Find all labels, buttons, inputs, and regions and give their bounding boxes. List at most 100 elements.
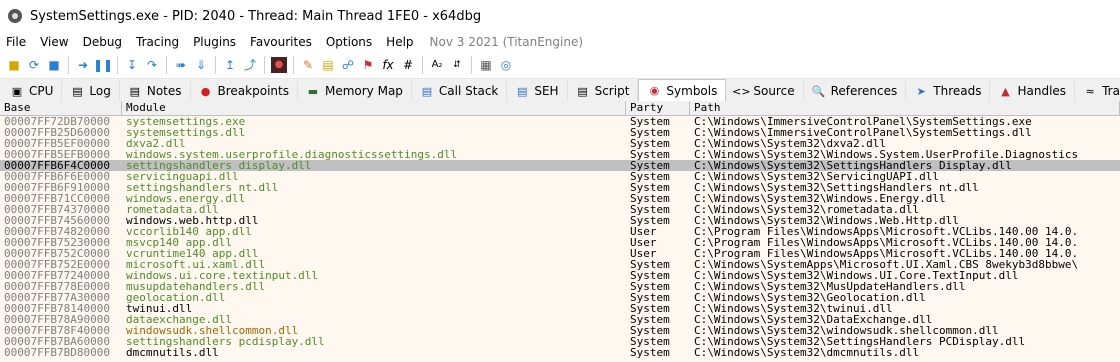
tab-log[interactable]: ▤ Log [62,81,120,101]
cell-path: C:\Windows\System32\twinui.dll [694,303,893,314]
menu-options[interactable]: Options [326,35,372,49]
tab-breakpoints[interactable]: ● Breakpoints [191,81,298,101]
cell-module: twinui.dll [126,303,193,314]
table-row[interactable]: 00007FFB7BD80000 dmcmnutils.dll System C:\W… [0,347,1120,358]
table-row[interactable]: 00007FFB74370000 rometadata.dll System C:\W… [0,204,1120,215]
modules-table[interactable]: Base Module Party Path 00007FF72DB70000 s… [0,101,1120,362]
symbols-icon: ◉ [649,84,660,97]
tab-trace[interactable]: ≈ Trace [1075,81,1120,101]
cell-module: windows.energy.dll [126,193,246,204]
table-row[interactable]: 00007FFB5EF00000 dxva2.dll System C:\Window… [0,138,1120,149]
tab-memory-map[interactable]: ▬ Memory Map [298,81,412,101]
table-row[interactable]: 00007FFB6F6E0000 servicinguapi.dll System C… [0,171,1120,182]
cell-party: System [630,138,670,149]
cell-module: settingshandlers_display.dll [126,160,312,171]
column-header-base[interactable]: Base [0,101,122,115]
table-row[interactable]: 00007FFB71CC0000 windows.energy.dll System… [0,193,1120,204]
table-row[interactable]: 00007FFB74560000 windows.web.http.dll Syst… [0,215,1120,226]
patch-icon[interactable]: ✎ [300,57,316,73]
tab-handles[interactable]: ▲ Handles [990,81,1076,101]
cell-module: systemsettings.dll [126,127,246,138]
tab-notes[interactable]: ▤ Notes [120,81,191,101]
sort-icon[interactable]: ⇵ [449,57,465,73]
table-row[interactable]: 00007FF72DB70000 systemsettings.exe System… [0,116,1120,127]
cell-module: dmcmnutils.dll [126,347,219,358]
step-into-icon[interactable]: ↧ [124,57,140,73]
tab-script[interactable]: ▤ Script [568,81,639,101]
table-row[interactable]: 00007FFB7BA60000 settingshandlers_pcdispl… [0,336,1120,347]
bookmarks-icon[interactable]: ⚑ [360,57,376,73]
table-row[interactable]: 00007FFB75230000 msvcp140_app.dll User C:\P… [0,237,1120,248]
table-row[interactable]: 00007FFB74820000 vccorlib140_app.dll User C… [0,226,1120,237]
trace-into-icon[interactable]: ➠ [173,57,189,73]
column-header-party[interactable]: Party [626,101,690,115]
menu-tracing[interactable]: Tracing [136,35,179,49]
table-row[interactable]: 00007FFB752C0000 vcruntime140_app.dll User… [0,248,1120,259]
calculator-icon[interactable]: ▦ [478,57,494,73]
window-title: SystemSettings.exe - PID: 2040 - Thread:… [30,8,482,24]
scylla-icon[interactable]: ● [271,57,287,73]
title-bar: SystemSettings.exe - PID: 2040 - Thread:… [0,0,1120,32]
tab-seh[interactable]: ▤ SEH [507,81,568,101]
table-row[interactable]: 00007FFB5EFB0000 windows.system.userprofi… [0,149,1120,160]
cell-path: C:\Program Files\WindowsApps\Microsoft.V… [694,237,1079,248]
close-icon[interactable]: ■ [46,57,62,73]
table-row[interactable]: 00007FFB778E0000 musupdatehandlers.dll Sys… [0,281,1120,292]
table-row[interactable]: 00007FFB77A30000 geolocation.dll System C:\… [0,292,1120,303]
table-row[interactable]: 00007FFB752E0000 microsoft.ui.xaml.dll Sys… [0,259,1120,270]
pause-icon[interactable]: ❚❚ [93,57,113,73]
labels-icon[interactable]: ☍ [340,57,356,73]
trace-over-icon[interactable]: ⇓ [193,57,209,73]
menu-plugins[interactable]: Plugins [193,35,236,49]
toolbar-separator [422,56,423,74]
globe-icon[interactable]: ◎ [498,57,514,73]
tab-label: Trace [1102,84,1120,98]
open-folder-icon[interactable]: ■ [6,57,22,73]
run-to-user-code-icon[interactable]: ⤴ [242,57,258,73]
column-header-module[interactable]: Module [122,101,626,115]
x64dbg-app-icon [8,9,22,23]
cell-base: 00007FFB78A90000 [4,314,110,325]
table-row[interactable]: 00007FFB78A90000 dataexchange.dll System C:… [0,314,1120,325]
tab-cpu[interactable]: ▣ CPU [2,81,63,101]
table-row[interactable]: 00007FFB78140000 twinui.dll System C:\Windo… [0,303,1120,314]
table-row[interactable]: 00007FFB6F4C0000 settingshandlers_display… [0,160,1120,171]
cell-path: C:\Windows\System32\MusUpdateHandlers.dl… [694,281,966,292]
cell-party: System [630,171,670,182]
cell-base: 00007FFB78F40000 [4,325,110,336]
execute-till-return-icon[interactable]: ↥ [222,57,238,73]
table-row[interactable]: 00007FFB78F40000 windowsudk.shellcommon.d… [0,325,1120,336]
column-header-path[interactable]: Path [690,101,1120,115]
comments-icon[interactable]: ▤ [320,57,336,73]
menu-debug[interactable]: Debug [83,35,122,49]
cell-party: System [630,204,670,215]
cell-path: C:\Windows\System32\Windows.Web.Http.dll [694,215,959,226]
functions-icon[interactable]: fx [380,57,396,73]
tab-references[interactable]: 🔍 References [804,81,907,101]
variables-icon[interactable]: # [400,57,416,73]
menu-favourites[interactable]: Favourites [250,35,312,49]
cell-base: 00007FFB752C0000 [4,248,110,259]
menu-file[interactable]: File [6,35,26,49]
tab-source[interactable]: <> Source [726,81,804,101]
table-row[interactable]: 00007FFB25D60000 systemsettings.dll System… [0,127,1120,138]
tab-symbols[interactable]: ◉ Symbols [638,79,727,101]
tab-call-stack[interactable]: ▤ Call Stack [412,81,508,101]
run-icon[interactable]: ➜ [75,57,91,73]
table-row[interactable]: 00007FFB77240000 windows.ui.core.textinpu… [0,270,1120,281]
font-icon[interactable]: A₂ [429,57,445,73]
tab-label: Notes [146,84,182,98]
cell-party: System [630,347,670,358]
tab-label: Handles [1017,84,1067,98]
restart-icon[interactable]: ⟳ [26,57,42,73]
tab-threads[interactable]: ➤ Threads [906,81,991,101]
cell-base: 00007FFB7BD80000 [4,347,110,358]
step-over-icon[interactable]: ↷ [144,57,160,73]
menu-bar: File View Debug Tracing Plugins Favourit… [0,32,1120,52]
table-row[interactable]: 00007FFB6F910000 settingshandlers_nt.dll S… [0,182,1120,193]
menu-view[interactable]: View [40,35,68,49]
cell-base: 00007FFB71CC0000 [4,193,110,204]
menu-help[interactable]: Help [386,35,413,49]
cpu-icon: ▣ [11,84,23,98]
cell-base: 00007FFB77240000 [4,270,110,281]
